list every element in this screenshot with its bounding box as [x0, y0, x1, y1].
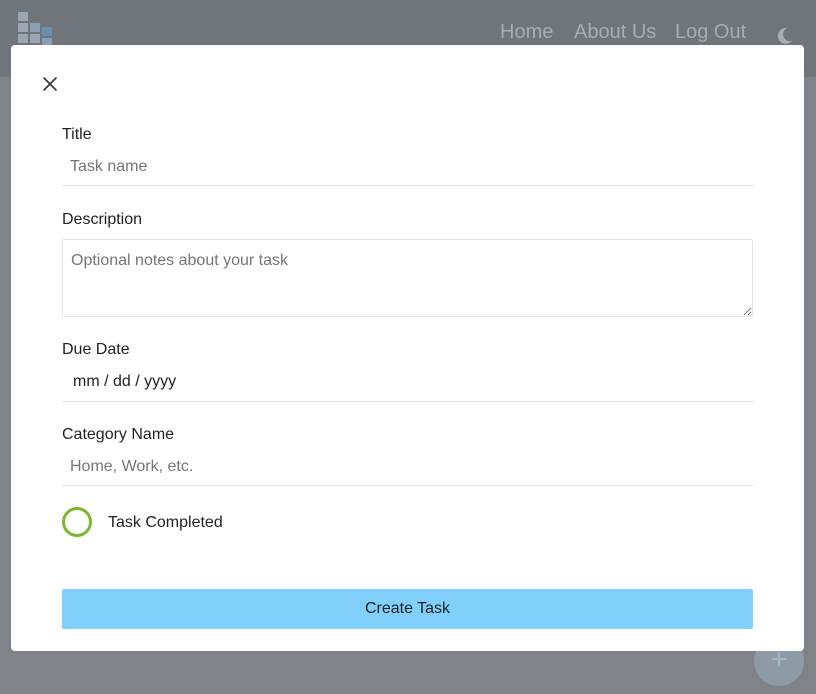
- moon-icon[interactable]: [774, 26, 794, 46]
- category-label: Category Name: [62, 426, 175, 443]
- task-completed-label: Task Completed: [108, 514, 223, 531]
- due-date-input[interactable]: mm / dd / yyyy: [62, 363, 753, 402]
- description-textarea[interactable]: [62, 239, 753, 317]
- description-label: Description: [62, 211, 143, 228]
- nav-link-log-out[interactable]: Log Out: [675, 20, 746, 44]
- task-completed-checkbox[interactable]: [62, 507, 92, 537]
- create-task-button[interactable]: Create Task: [62, 589, 753, 629]
- category-input[interactable]: [62, 448, 753, 486]
- due-date-label: Due Date: [62, 341, 130, 358]
- title-label: Title: [62, 126, 92, 143]
- close-icon[interactable]: [40, 74, 60, 94]
- create-task-modal: Title Description Due Date mm / dd / yyy…: [11, 45, 804, 651]
- nav-link-home[interactable]: Home: [500, 20, 553, 44]
- stacked-blocks-logo[interactable]: [18, 12, 58, 46]
- nav-link-about-us[interactable]: About Us: [574, 20, 656, 44]
- title-input[interactable]: [62, 148, 753, 186]
